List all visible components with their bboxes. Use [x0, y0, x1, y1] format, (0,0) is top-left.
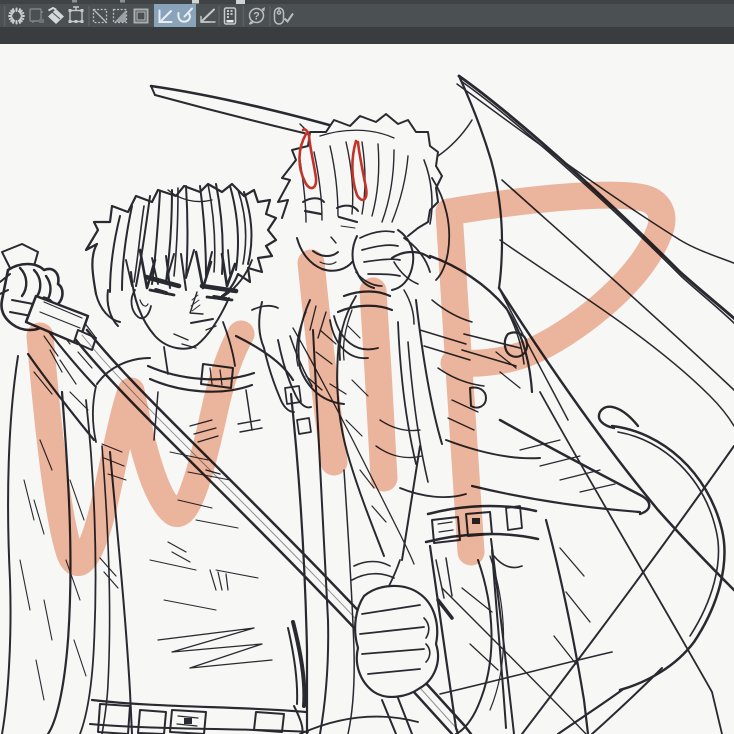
- svg-text:?: ?: [253, 11, 260, 23]
